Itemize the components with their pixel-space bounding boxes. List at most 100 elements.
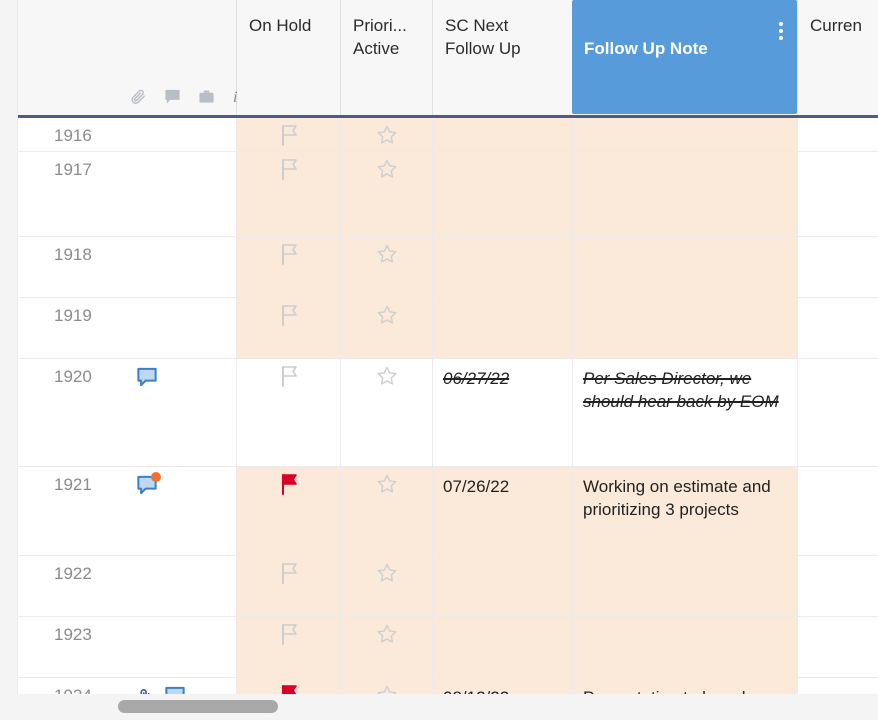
sc-next-follow-up-cell[interactable] [432,617,572,677]
on-hold-cell[interactable] [236,237,340,297]
priority-active-cell[interactable] [340,359,432,466]
on-hold-cell[interactable] [236,556,340,616]
column-header-sc-next-follow-up[interactable]: SC Next Follow Up [432,0,572,118]
row-number-cell[interactable]: 1922 [18,556,236,616]
current-cell[interactable] [797,467,878,555]
flag-empty-icon[interactable] [279,562,299,589]
follow-up-note-value [573,298,797,306]
flag-empty-icon[interactable] [279,124,299,151]
on-hold-cell[interactable] [236,152,340,236]
sc-next-follow-up-cell[interactable]: 07/26/22 [432,467,572,555]
horizontal-scrollbar-thumb[interactable] [118,700,278,713]
priority-active-cell[interactable] [340,467,432,555]
on-hold-cell[interactable] [236,118,340,151]
priority-active-cell[interactable] [340,118,432,151]
sc-next-follow-up-cell[interactable] [432,298,572,358]
row-number: 1916 [54,126,92,145]
follow-up-note-cell[interactable]: Working on estimate and prioritizing 3 p… [572,467,797,555]
flag-empty-icon[interactable] [279,304,299,331]
follow-up-note-cell[interactable]: Per Sales Director, we should hear back … [572,359,797,466]
on-hold-cell[interactable] [236,617,340,677]
row-number: 1918 [54,245,92,264]
row-number: 1917 [54,160,92,179]
table-row[interactable]: 1922 [18,556,878,617]
flag-empty-icon[interactable] [279,365,299,392]
star-empty-icon[interactable] [376,562,398,589]
sc-next-follow-up-cell[interactable] [432,556,572,616]
table-row[interactable]: 1921 07/26/22 Working on estimate and prio… [18,467,878,556]
table-row[interactable]: 1920 06/27/22 Per Sales Director, we shoul… [18,359,878,467]
star-empty-icon[interactable] [376,473,398,500]
on-hold-cell[interactable] [236,359,340,466]
attachment-icon[interactable] [130,88,147,105]
flag-empty-icon[interactable] [279,158,299,185]
row-number-cell[interactable]: 1921 [18,467,236,555]
follow-up-note-cell[interactable] [572,237,797,297]
table-row[interactable]: 1917 [18,152,878,237]
sc-next-follow-up-cell[interactable] [432,118,572,151]
on-hold-cell[interactable] [236,298,340,358]
follow-up-note-cell[interactable] [572,617,797,677]
flag-filled-icon[interactable] [279,473,299,500]
current-cell[interactable] [797,118,878,151]
priority-active-cell[interactable] [340,556,432,616]
flag-empty-icon[interactable] [279,623,299,650]
priority-active-cell[interactable] [340,617,432,677]
star-empty-icon[interactable] [376,623,398,650]
column-header-priority-active[interactable]: Priori... Active [340,0,432,118]
current-cell[interactable] [797,298,878,358]
proof-icon[interactable] [198,89,215,105]
star-empty-icon[interactable] [376,365,398,392]
row-info-icon[interactable]: i [232,88,243,105]
horizontal-scrollbar-track[interactable] [0,694,878,720]
row-number-cell[interactable]: 1923 [18,617,236,677]
follow-up-note-cell[interactable] [572,298,797,358]
sc-next-follow-up-cell[interactable] [432,237,572,297]
column-header-follow-up-note-label: Follow Up Note [584,39,708,58]
table-row[interactable]: 1918 [18,237,878,298]
table-row[interactable]: 1919 [18,298,878,359]
star-empty-icon[interactable] [376,158,398,185]
row-number: 1919 [54,306,92,325]
row-icons-toolbar: i [130,88,243,105]
grid-header: On Hold Priori... Active SC Next Follow … [18,0,878,118]
column-header-on-hold[interactable]: On Hold [236,0,340,118]
column-header-follow-up-note[interactable]: Follow Up Note [572,0,797,114]
star-empty-icon[interactable] [376,304,398,331]
row-number: 1921 [54,475,92,494]
row-number-cell[interactable]: 1918 [18,237,236,297]
priority-active-cell[interactable] [340,152,432,236]
current-cell[interactable] [797,359,878,466]
sc-next-follow-up-cell[interactable]: 06/27/22 [432,359,572,466]
row-number-cell[interactable]: 1920 [18,359,236,466]
comment-icon[interactable] [164,89,181,105]
star-empty-icon[interactable] [376,124,398,151]
row-number-cell[interactable]: 1919 [18,298,236,358]
kebab-menu-icon[interactable] [779,22,783,40]
sc-next-follow-up-value [433,118,572,126]
flag-empty-icon[interactable] [279,243,299,270]
table-row[interactable]: 1916 [18,118,878,152]
comment-unread-icon[interactable] [136,472,161,495]
sc-next-follow-up-value: 07/26/22 [443,477,510,496]
table-row[interactable]: 1923 [18,617,878,678]
sc-next-follow-up-cell[interactable] [432,152,572,236]
current-cell[interactable] [797,237,878,297]
follow-up-note-value [573,556,797,564]
comment-icon[interactable] [136,367,158,387]
row-number-cell[interactable]: 1917 [18,152,236,236]
follow-up-note-cell[interactable] [572,118,797,151]
on-hold-cell[interactable] [236,467,340,555]
follow-up-note-cell[interactable] [572,556,797,616]
priority-active-cell[interactable] [340,237,432,297]
star-empty-icon[interactable] [376,243,398,270]
follow-up-note-cell[interactable] [572,152,797,236]
current-cell[interactable] [797,617,878,677]
column-header-current[interactable]: Curren [797,0,878,118]
current-cell[interactable] [797,556,878,616]
priority-active-cell[interactable] [340,298,432,358]
current-cell[interactable] [797,152,878,236]
sc-next-follow-up-value: 06/27/22 [443,369,510,388]
row-number-cell[interactable]: 1916 [18,118,236,151]
header-underline [18,115,878,118]
